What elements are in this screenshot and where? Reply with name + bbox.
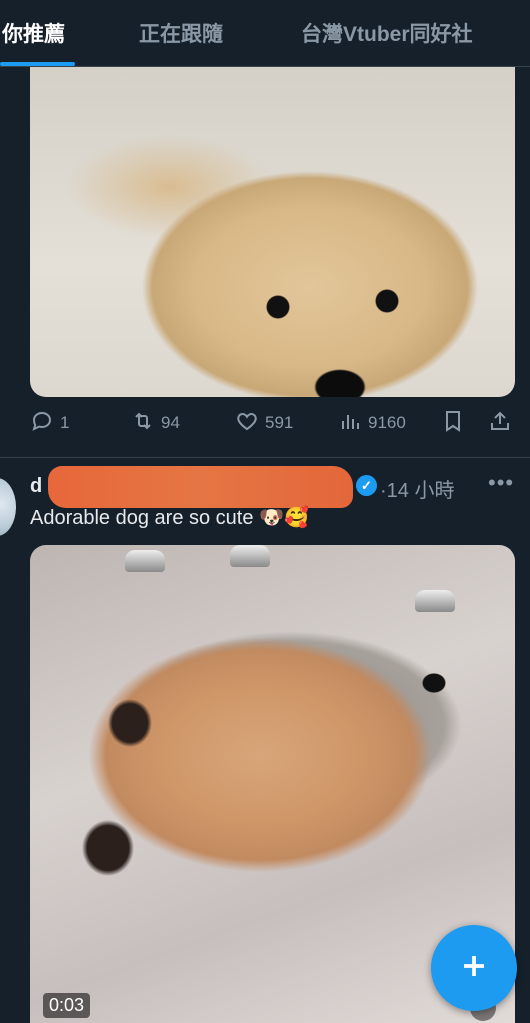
post-author-handle[interactable]: d [30,475,42,498]
view-count: 9160 [368,413,406,432]
tab-taiwan-vtuber-club[interactable]: 台灣Vtuber同好社 [301,18,473,48]
reply-button[interactable]: 1 [30,405,69,441]
redaction-scribble [48,466,353,508]
post-text: Adorable dog are so cute 🐶🥰 [30,507,309,529]
sink-faucet [415,590,455,612]
retweet-icon [131,409,155,438]
tab-following[interactable]: 正在跟隨 [139,18,223,48]
post-image-puppy-floor[interactable] [30,67,515,397]
like-icon [235,409,259,438]
like-button[interactable]: 591 [235,405,293,441]
compose-button[interactable] [431,925,517,1011]
bookmark-button[interactable] [441,405,465,441]
post-divider [0,457,530,458]
views-icon [338,409,362,438]
tab-for-you[interactable]: 你推薦 [2,18,65,48]
video-duration: 0:03 [43,993,91,1018]
post-timestamp[interactable]: ·14 小時 [380,474,454,503]
timeline-tabs: 你推薦 正在跟隨 台灣Vtuber同好社 [0,0,530,67]
like-count: 591 [265,413,294,432]
post-action-bar: 1 94 591 9160 [0,405,530,445]
avatar[interactable] [0,478,16,536]
more-icon[interactable]: ••• [488,470,514,496]
retweet-count: 94 [161,413,180,432]
bookmark-icon [441,409,465,438]
compose-icon [459,951,489,986]
active-tab-indicator [0,62,75,66]
sink-faucet [125,550,165,572]
reply-count: 1 [60,413,70,432]
sink-faucet [230,545,270,567]
share-icon [488,409,512,438]
views-button[interactable]: 9160 [338,405,406,441]
verified-badge-icon: ✓ [356,475,377,496]
share-button[interactable] [488,405,512,441]
retweet-button[interactable]: 94 [131,405,180,441]
reply-icon [30,409,54,438]
